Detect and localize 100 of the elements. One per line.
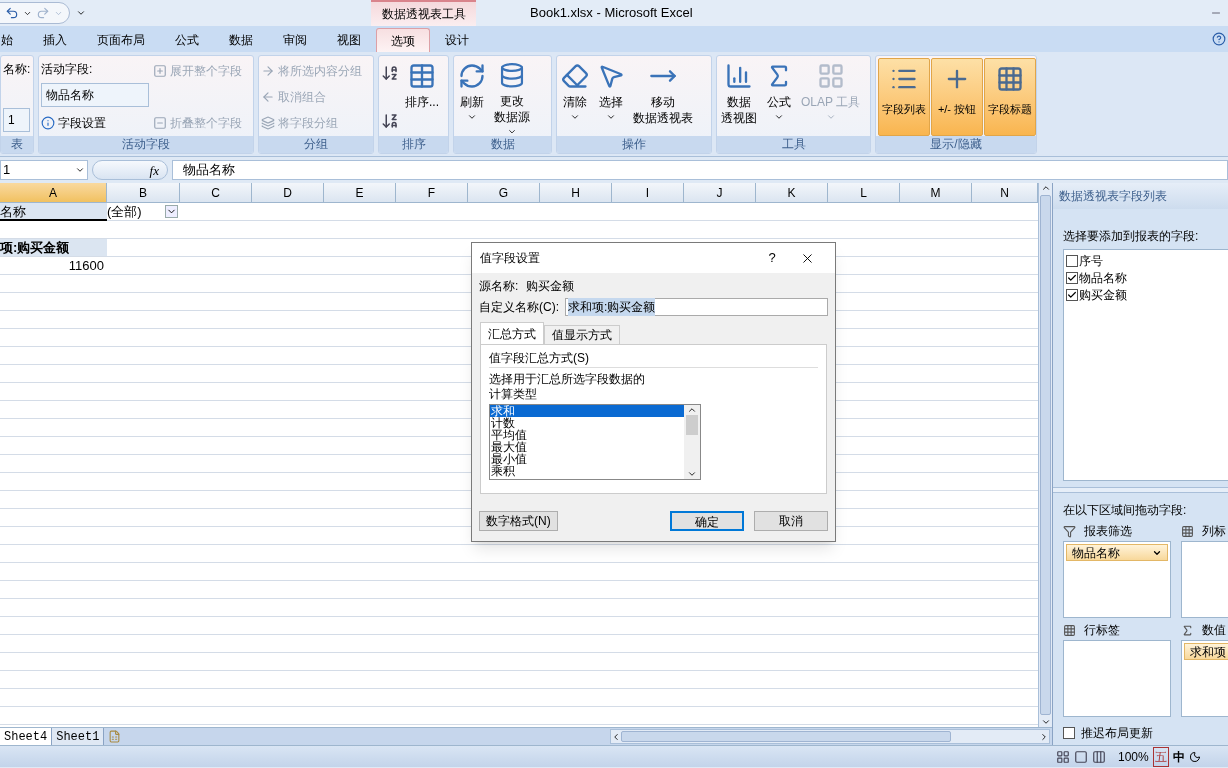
custom-name-field[interactable]: 求和项:购买金额	[565, 298, 828, 316]
scroll-down-icon[interactable]	[687, 469, 697, 479]
horizontal-scrollbar[interactable]	[610, 729, 1050, 744]
scroll-thumb[interactable]	[621, 731, 951, 742]
ribbon-large-button[interactable]: 更改 数据源	[492, 58, 532, 136]
ribbon-large-button[interactable]: 公式	[763, 58, 795, 136]
dialog-button[interactable]: 取消	[754, 511, 828, 531]
ribbon-tab[interactable]: 页面布局	[82, 28, 160, 52]
filter-icon	[1063, 524, 1076, 538]
table-cell: (全部)	[107, 203, 142, 220]
ribbon-tab[interactable]: 设计	[430, 28, 484, 52]
group-label: 工具	[717, 136, 870, 153]
help-button[interactable]: ?	[757, 248, 787, 268]
ribbon-tab[interactable]: 视图	[322, 28, 376, 52]
area-field-chip[interactable]: 求和项	[1184, 643, 1228, 660]
scroll-up-icon[interactable]	[1040, 183, 1051, 193]
formula-field[interactable]: 物品名称	[172, 160, 1228, 180]
column-header[interactable]: C	[180, 183, 252, 203]
undo-icon[interactable]	[5, 6, 19, 20]
column-header[interactable]: N	[972, 183, 1038, 203]
ribbon-large-button[interactable]: 移动 数据透视表	[631, 58, 695, 136]
scroll-down-icon[interactable]	[1040, 717, 1051, 727]
filter-dropdown-icon[interactable]	[165, 205, 178, 218]
sheet-tab[interactable]: Sheet4	[0, 728, 53, 745]
ribbon-toggle-button[interactable]: 字段标题	[984, 58, 1036, 136]
list-option[interactable]: 最小值	[490, 453, 684, 465]
column-header[interactable]: F	[396, 183, 468, 203]
drop-area[interactable]: 求和项	[1181, 640, 1228, 717]
moon-icon[interactable]	[1188, 750, 1201, 763]
ribbon-tab[interactable]: 公式	[160, 28, 214, 52]
ribbon-tab[interactable]: 选项	[376, 28, 430, 52]
name-box[interactable]: 1	[0, 160, 88, 180]
field-item[interactable]: 序号	[1066, 252, 1228, 269]
dialog-tab[interactable]: 汇总方式	[480, 322, 544, 344]
list-option[interactable]: 平均值	[490, 429, 684, 441]
sheet-tab[interactable]: Sheet1	[52, 728, 105, 745]
checkbox[interactable]	[1066, 254, 1078, 267]
dialog-tab[interactable]: 值显示方式	[544, 325, 620, 344]
ribbon-large-button[interactable]: 选择	[595, 58, 627, 136]
insert-function-button[interactable]: fx	[92, 160, 168, 180]
checkbox-label: 推迟布局更新	[1081, 725, 1153, 742]
ribbon-large-button[interactable]: 数据 透视图	[719, 58, 759, 136]
normal-view-icon[interactable]	[1056, 749, 1070, 764]
ribbon-large-button[interactable]: 清除	[559, 58, 591, 136]
list-scrollbar[interactable]	[684, 405, 700, 479]
list-option[interactable]: 最大值	[490, 441, 684, 453]
scroll-up-icon[interactable]	[687, 405, 697, 415]
help-icon[interactable]	[1212, 32, 1226, 46]
ribbon-tab[interactable]: 审阅	[268, 28, 322, 52]
ribbon-tab[interactable]: 数据	[214, 28, 268, 52]
ribbon-small-button[interactable]: 字段设置	[41, 112, 149, 134]
field-caption: 名称:	[3, 61, 31, 78]
scroll-thumb[interactable]	[686, 415, 698, 435]
ribbon-toggle-button[interactable]: +/- 按钮	[931, 58, 983, 136]
ribbon-field[interactable]: 物品名称	[41, 83, 149, 107]
checkbox[interactable]	[1066, 288, 1078, 301]
source-value: 购买金额	[526, 278, 575, 295]
scroll-thumb[interactable]	[1040, 195, 1051, 715]
scroll-right-icon[interactable]	[1039, 731, 1049, 742]
ribbon-large-button[interactable]: 刷新	[456, 58, 488, 136]
column-header[interactable]: J	[684, 183, 756, 203]
ribbon-field[interactable]: 1	[3, 108, 31, 132]
column-header[interactable]: G	[468, 183, 540, 203]
sigma-icon	[1181, 623, 1194, 637]
grid-icon	[1063, 623, 1076, 637]
list-option[interactable]: 乘积	[490, 465, 684, 477]
checkbox[interactable]	[1066, 271, 1078, 284]
list-option[interactable]: 求和	[490, 405, 684, 417]
refresh-icon	[458, 62, 486, 90]
ime-indicator[interactable]: 五	[1152, 746, 1169, 767]
ribbon-tab[interactable]: 始	[0, 28, 28, 52]
customize-icon[interactable]	[76, 8, 86, 18]
column-header[interactable]: A	[0, 183, 107, 203]
vertical-scrollbar[interactable]	[1038, 183, 1052, 727]
ribbon-tab[interactable]: 插入	[28, 28, 82, 52]
ime-indicator[interactable]: 中	[1172, 747, 1185, 766]
list-option[interactable]: 计数	[490, 417, 684, 429]
section-heading: 值字段汇总方式(S)	[489, 349, 818, 368]
ribbon-large-button[interactable]: 排序...	[403, 58, 441, 136]
page-break-icon[interactable]	[1092, 749, 1106, 764]
drop-area[interactable]: 物品名称	[1063, 541, 1171, 618]
checkbox[interactable]	[1063, 727, 1075, 739]
field-item[interactable]: 物品名称	[1066, 269, 1228, 286]
scroll-left-icon[interactable]	[611, 731, 621, 742]
column-header[interactable]: B	[107, 183, 180, 203]
area-field-chip[interactable]: 物品名称	[1066, 544, 1168, 561]
dialog-button[interactable]: 确定	[670, 511, 744, 531]
summary-listbox[interactable]: 求和 计数 平均值 最大值 最小值 乘积	[489, 404, 701, 480]
column-header[interactable]: L	[828, 183, 900, 203]
field-item[interactable]: 购买金额	[1066, 286, 1228, 303]
zoom-level[interactable]: 100%	[1118, 747, 1149, 766]
ribbon-toggle-button[interactable]: 字段列表	[878, 58, 930, 136]
column-header[interactable]: E	[324, 183, 396, 203]
page-layout-icon[interactable]	[1074, 749, 1088, 764]
column-header[interactable]: M	[900, 183, 972, 203]
column-header[interactable]: K	[756, 183, 828, 203]
column-header[interactable]: I	[612, 183, 684, 203]
column-header[interactable]: H	[540, 183, 612, 203]
column-header[interactable]: D	[252, 183, 324, 203]
dialog-button[interactable]: 数字格式(N)	[479, 511, 558, 531]
